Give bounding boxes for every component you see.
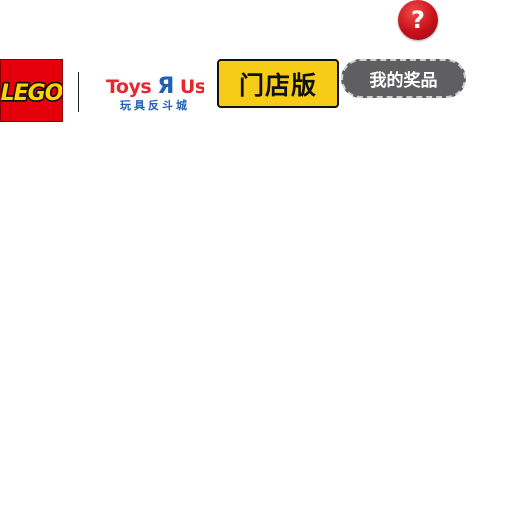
question-mark-icon: ? — [411, 5, 425, 34]
my-prizes-label: 我的奖品 — [369, 71, 438, 91]
store-edition-tag: 门店版 — [217, 59, 339, 108]
logo-divider — [78, 72, 79, 112]
my-prizes-button[interactable]: 我的奖品 — [341, 59, 466, 98]
lego-logo-mark: LEGO — [1, 79, 62, 107]
help-button[interactable]: ? — [398, 0, 438, 40]
page: ? LEGO Toys Я Us 玩具反斗城 门店版 我的奖品 — [0, 0, 512, 512]
us-wordmark-part: Us — [180, 76, 204, 98]
r-wordmark-part: Я — [157, 74, 173, 99]
toys-r-us-subtitle: 玩具反斗城 — [120, 99, 190, 112]
lego-logo-text: LEGO — [1, 81, 62, 106]
toys-r-us-wordmark: Toys Я Us — [106, 74, 204, 99]
toys-wordmark-part: Toys — [106, 76, 151, 98]
lego-logo: LEGO — [0, 59, 63, 122]
store-edition-label: 门店版 — [238, 70, 317, 100]
